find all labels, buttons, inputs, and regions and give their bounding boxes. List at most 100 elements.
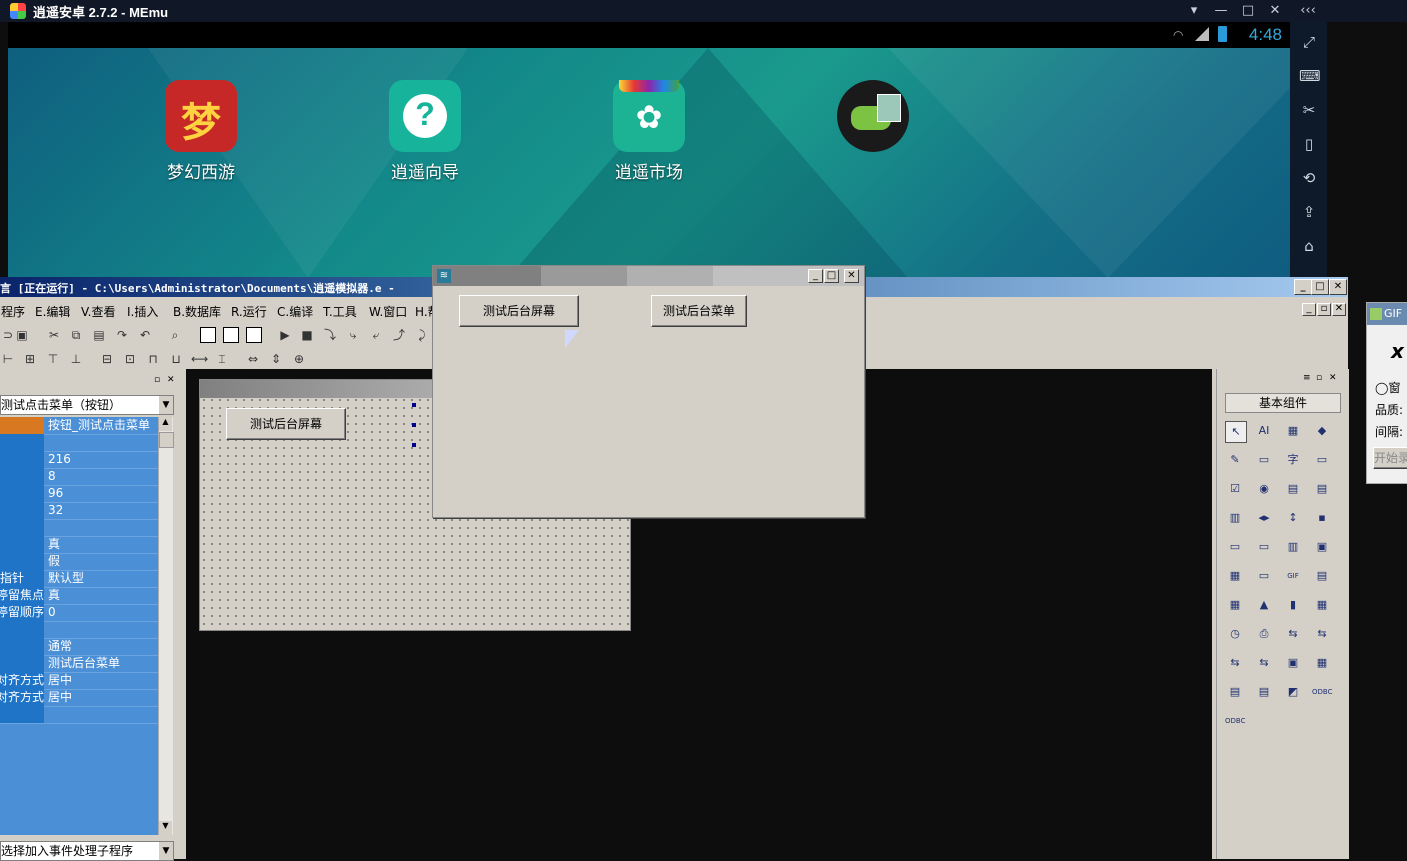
component-icon[interactable]: ⎙	[1254, 624, 1274, 644]
menu-edit[interactable]: E.编辑	[35, 303, 70, 320]
property-row[interactable]: 96	[0, 485, 158, 503]
component-icon[interactable]: ▲	[1254, 595, 1274, 615]
component-icon[interactable]: ODBC	[1225, 711, 1245, 731]
layout3-icon[interactable]	[246, 327, 262, 343]
undo-icon[interactable]: ↶	[137, 327, 153, 343]
window-radio[interactable]: ◯窗	[1375, 379, 1400, 396]
component-icon[interactable]: ✎	[1225, 450, 1245, 470]
layout2-icon[interactable]	[223, 327, 239, 343]
property-row[interactable]	[0, 519, 158, 537]
scroll-down-icon[interactable]: ▼	[159, 821, 172, 835]
mdi-minimize-button[interactable]: _	[1302, 303, 1316, 316]
property-row[interactable]: 测试后台菜单	[0, 655, 158, 673]
property-row[interactable]: 216	[0, 451, 158, 469]
panel-menu-button[interactable]: ≡	[1303, 373, 1313, 383]
property-row[interactable]	[0, 434, 158, 452]
panel-restore-button[interactable]: ▫	[154, 375, 164, 385]
center-h-icon[interactable]: ⇔	[245, 351, 261, 367]
component-icon[interactable]: ⇆	[1283, 624, 1303, 644]
menu-view[interactable]: V.查看	[81, 303, 115, 320]
step-icon[interactable]: ⤵	[322, 327, 338, 343]
same-height-icon[interactable]: ⊡	[122, 351, 138, 367]
h-distribute-icon[interactable]: ⟷	[191, 351, 208, 367]
component-icon[interactable]: ▣	[1312, 537, 1332, 557]
property-scrollbar[interactable]: ▲ ▼	[158, 417, 174, 835]
property-row[interactable]: 32	[0, 502, 158, 520]
start-record-button[interactable]: 开始录	[1373, 447, 1407, 469]
component-icon[interactable]: ⇆	[1254, 653, 1274, 673]
component-icon[interactable]: ▭	[1312, 450, 1332, 470]
ide-minimize-button[interactable]: _	[1294, 279, 1312, 295]
component-icon[interactable]: ▤	[1312, 566, 1332, 586]
property-row[interactable]: 假	[0, 553, 158, 571]
find-icon[interactable]: ⌕	[167, 327, 183, 343]
memu-maximize-button[interactable]: □	[1237, 1, 1259, 21]
property-row[interactable]	[0, 706, 158, 724]
copy-icon[interactable]: ⧉	[68, 327, 84, 343]
save-icon[interactable]: ▣	[14, 327, 30, 343]
center-v-icon[interactable]: ⇕	[268, 351, 284, 367]
scroll-up-icon[interactable]: ▲	[159, 417, 172, 431]
align-left-icon[interactable]: ⊢	[0, 351, 16, 367]
memu-collapse-sidebar-button[interactable]: ‹‹‹	[1297, 1, 1319, 21]
component-icon[interactable]: ◉	[1254, 479, 1274, 499]
component-icon[interactable]: ▦	[1283, 421, 1303, 441]
memu-menu-button[interactable]: ▾	[1183, 1, 1205, 21]
h-space-icon[interactable]: ⊓	[145, 351, 161, 367]
component-icon[interactable]: ▤	[1225, 682, 1245, 702]
run-icon[interactable]: ▶	[277, 327, 293, 343]
test-background-menu-button[interactable]: 测试后台菜单	[651, 295, 747, 327]
layout1-icon[interactable]	[200, 327, 216, 343]
menu-program[interactable]: 程序	[1, 303, 25, 320]
component-icon[interactable]: ◷	[1225, 624, 1245, 644]
mdi-close-button[interactable]: ✕	[1332, 303, 1346, 316]
menu-insert[interactable]: I.插入	[127, 303, 158, 320]
memu-minimize-button[interactable]: —	[1210, 1, 1232, 21]
redo-icon[interactable]: ↷	[114, 327, 130, 343]
selection-handle[interactable]	[412, 403, 416, 407]
selection-handle[interactable]	[412, 443, 416, 447]
scissors-icon[interactable]: ✂	[1299, 100, 1319, 120]
component-icon[interactable]: ODBC	[1312, 682, 1332, 702]
component-icon[interactable]: ▦	[1225, 566, 1245, 586]
component-icon[interactable]: ▦	[1312, 595, 1332, 615]
same-width-icon[interactable]: ⊟	[99, 351, 115, 367]
app-game-center[interactable]	[823, 80, 923, 158]
property-row[interactable]: 按钮_测试点击菜单	[0, 417, 158, 435]
selection-handle[interactable]	[412, 423, 416, 427]
step-into-icon[interactable]: ⤷	[345, 327, 361, 343]
center-both-icon[interactable]: ⊕	[291, 351, 307, 367]
step-over-icon[interactable]: ⤶	[368, 327, 384, 343]
component-icon[interactable]: ⇆	[1312, 624, 1332, 644]
app-menghuanxiyou[interactable]: 梦 梦幻西游	[151, 80, 251, 183]
align-right-icon[interactable]: ⊤	[45, 351, 61, 367]
property-row[interactable]: 停留顺序 0	[0, 604, 158, 622]
component-icon[interactable]: ▮	[1283, 595, 1303, 615]
component-select[interactable]: 测试点击菜单（按钮） ▼	[0, 395, 174, 415]
apk-install-icon[interactable]: ⇪	[1299, 202, 1319, 222]
component-icon[interactable]: ▥	[1225, 508, 1245, 528]
panel-close-button[interactable]: ✕	[1329, 373, 1339, 383]
menu-window[interactable]: W.窗口	[369, 303, 407, 320]
ide-close-button[interactable]: ✕	[1329, 279, 1347, 295]
memu-close-button[interactable]: ✕	[1264, 1, 1286, 21]
component-icon[interactable]: GIF	[1283, 566, 1303, 586]
component-icon[interactable]: ◆	[1312, 421, 1332, 441]
menu-database[interactable]: B.数据库	[173, 303, 221, 320]
menu-run[interactable]: R.运行	[231, 303, 267, 320]
test-background-screen-button[interactable]: 测试后台屏幕	[459, 295, 579, 327]
component-icon[interactable]: ▣	[1283, 653, 1303, 673]
property-row[interactable]: 指针 默认型	[0, 570, 158, 588]
component-icon[interactable]: ▤	[1283, 479, 1303, 499]
property-row[interactable]: 横向对齐方式居中	[0, 672, 158, 690]
broom-icon[interactable]: ⌂	[1299, 236, 1319, 256]
event-select[interactable]: 选择加入事件处理子程序 ▼	[0, 841, 174, 861]
panel-close-button[interactable]: ✕	[167, 375, 177, 385]
property-row[interactable]	[0, 621, 158, 639]
scroll-thumb[interactable]	[159, 432, 174, 448]
menu-compile[interactable]: C.编译	[277, 303, 313, 320]
component-icon[interactable]: ▦	[1312, 653, 1332, 673]
component-icon[interactable]: 字	[1283, 450, 1303, 470]
break-icon[interactable]: ⤸	[414, 327, 430, 343]
step-out-icon[interactable]: ⤴	[391, 327, 407, 343]
